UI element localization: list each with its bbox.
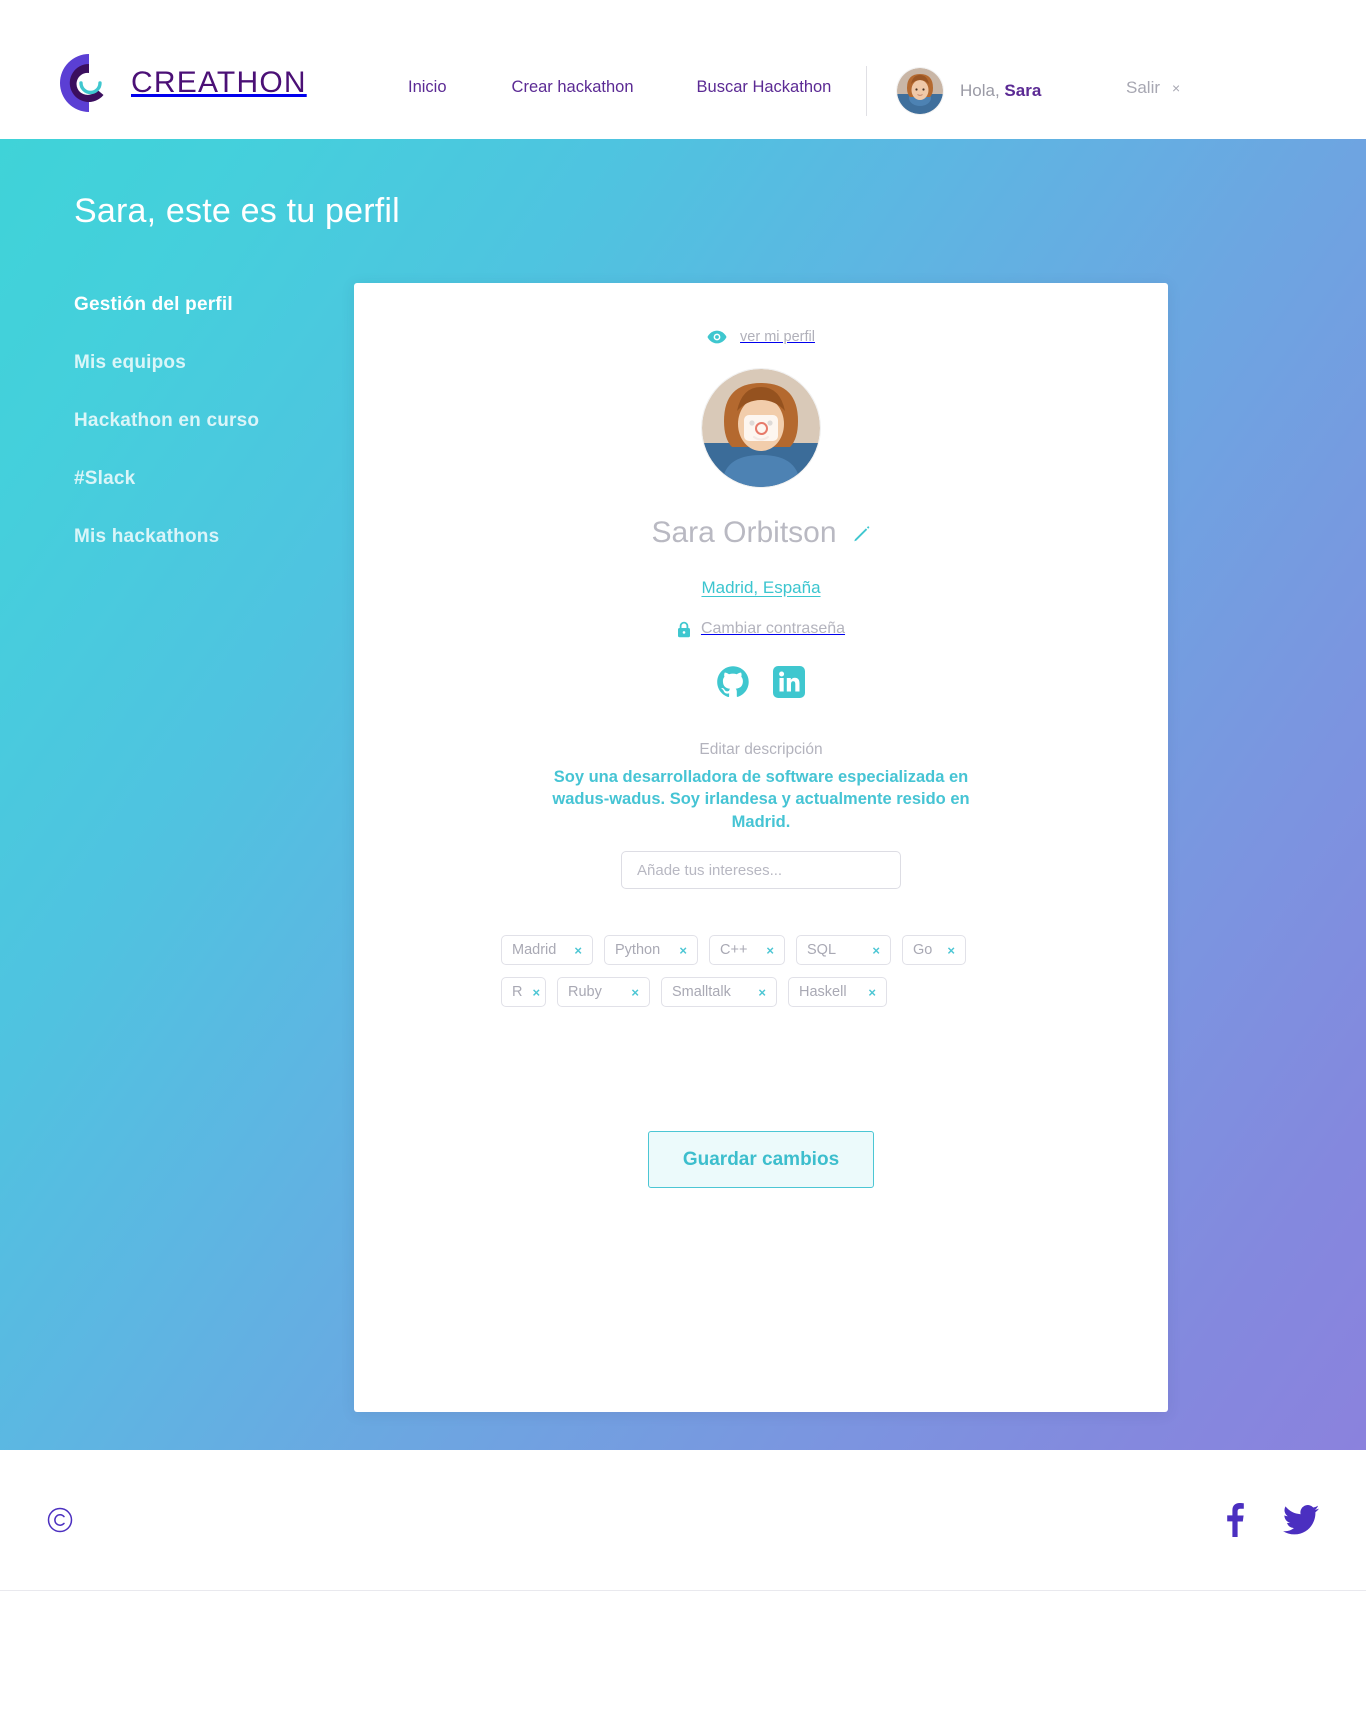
location-link[interactable]: Madrid, España [701,578,820,597]
sidebar-item-mis-hackathons[interactable]: Mis hackathons [74,526,259,548]
avatar [897,68,943,114]
tag-label: Ruby [568,984,602,1000]
sidebar-item-slack[interactable]: #Slack [74,468,259,490]
sidebar-item-mis-equipos[interactable]: Mis equipos [74,352,259,374]
profile-avatar[interactable] [702,369,820,487]
logout-button[interactable]: Salir × [1126,78,1180,98]
greeting-name: Sara [1004,81,1042,100]
facebook-icon[interactable] [1219,1503,1247,1537]
header-divider [866,66,867,116]
view-profile-label: ver mi perfil [740,329,815,345]
tag-label: Smalltalk [672,984,731,1000]
remove-icon[interactable]: × [947,943,955,958]
change-password-label: Cambiar contraseña [700,620,846,637]
remove-icon[interactable]: × [532,985,540,1000]
tag-label: C++ [720,942,748,958]
tag-cpp[interactable]: C++ × [709,935,785,965]
tag-label: R [512,984,523,1000]
camera-icon [744,415,778,441]
twitter-icon[interactable] [1283,1505,1319,1535]
site-header: CREATHON Inicio Crear hackathon Buscar H… [0,0,1366,139]
tag-r[interactable]: R × [501,977,546,1007]
page-root: CREATHON Inicio Crear hackathon Buscar H… [0,0,1366,1714]
sidebar-item-hackathon-en-curso[interactable]: Hackathon en curso [74,410,259,432]
footer-divider [0,1590,1366,1591]
pencil-icon[interactable] [852,524,871,543]
nav-item-inicio[interactable]: Inicio [408,78,447,97]
profile-social-links [354,665,1168,699]
eye-icon [707,330,727,344]
tag-label: Go [913,942,933,958]
nav-item-crear-hackathon[interactable]: Crear hackathon [512,78,634,97]
nav-item-buscar-hackathon[interactable]: Buscar Hackathon [697,78,832,97]
tag-label: Python [615,942,661,958]
description-label[interactable]: Editar descripción [354,741,1168,759]
profile-sidebar: Gestión del perfil Mis equipos Hackathon… [74,294,259,584]
logout-label: Salir [1126,78,1161,97]
interests-input[interactable] [621,851,901,889]
copyright-icon [47,1507,73,1533]
greeting-prefix: Hola, [960,81,1005,100]
tag-label: Madrid [512,942,557,958]
view-profile-link[interactable]: ver mi perfil [354,329,1168,345]
main-navigation: Inicio Crear hackathon Buscar Hackathon [408,78,831,97]
hero-gradient-section: Sara, este es tu perfil Gestión del perf… [0,139,1366,1450]
remove-icon[interactable]: × [679,943,687,958]
tag-ruby[interactable]: Ruby × [557,977,650,1007]
remove-icon[interactable]: × [631,985,639,1000]
profile-location: Madrid, España [354,578,1168,598]
site-footer [0,1450,1366,1714]
profile-name: Sara Orbitson [651,516,837,549]
greeting: Hola, Sara [960,81,1041,101]
creathon-logo-icon [59,54,104,112]
tag-label: Haskell [799,984,847,1000]
footer-social-links [1219,1503,1319,1537]
description-text: Soy una desarrolladora de software espec… [552,768,970,831]
tag-madrid[interactable]: Madrid × [501,935,593,965]
tag-label: SQL [807,942,837,958]
save-changes-button[interactable]: Guardar cambios [648,1131,874,1188]
profile-card: ver mi perfil Sara Orbitson Madrid, Espa… [354,283,1168,1412]
tag-sql[interactable]: SQL × [796,935,891,965]
interest-tag-list: Madrid × Python × C++ × SQL × Go × R × Ruby × S… [501,935,1021,1007]
remove-icon[interactable]: × [766,943,774,958]
remove-icon[interactable]: × [574,943,582,958]
profile-name-row: Sara Orbitson [354,516,1168,550]
tag-python[interactable]: Python × [604,935,698,965]
user-block[interactable]: Hola, Sara [897,68,1041,114]
footer-content [0,1450,1366,1590]
tag-smalltalk[interactable]: Smalltalk × [661,977,777,1007]
close-icon: × [1172,80,1181,96]
remove-icon[interactable]: × [758,985,766,1000]
tag-haskell[interactable]: Haskell × [788,977,887,1007]
sidebar-item-gestion-del-perfil[interactable]: Gestión del perfil [74,294,259,316]
lock-icon [677,621,690,637]
remove-icon[interactable]: × [872,943,880,958]
linkedin-icon[interactable] [772,665,806,699]
tag-go[interactable]: Go × [902,935,966,965]
remove-icon[interactable]: × [868,985,876,1000]
brand-logo[interactable]: CREATHON [59,52,307,114]
github-icon[interactable] [716,665,750,699]
change-password-link[interactable]: Cambiar contraseña [354,620,1168,638]
brand-name: CREATHON [131,66,307,99]
page-title: Sara, este es tu perfil [74,192,400,230]
